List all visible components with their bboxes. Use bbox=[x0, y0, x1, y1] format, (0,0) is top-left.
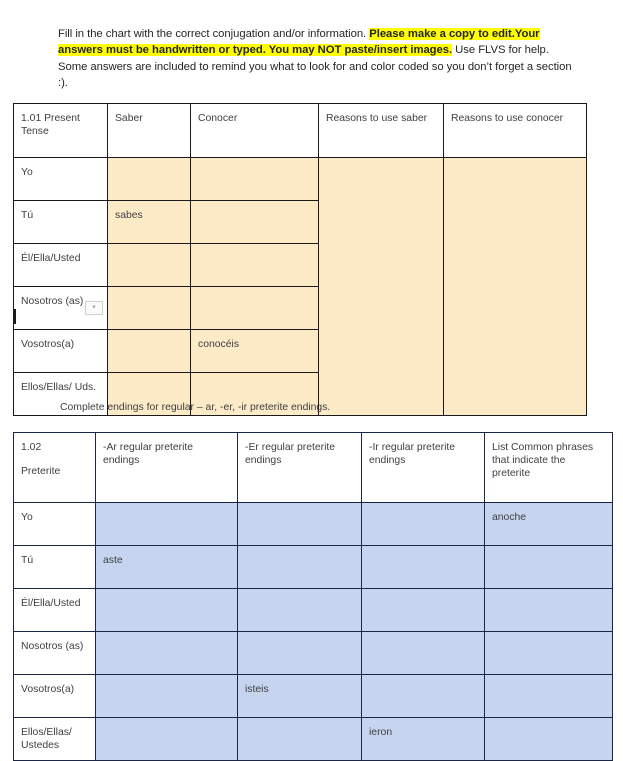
cell-er-vosotros[interactable]: isteis bbox=[237, 674, 362, 718]
table-row: Él/Ella/Usted bbox=[13, 588, 613, 632]
header-saber: Saber bbox=[107, 103, 191, 158]
header-preterite-title: 1.02 Preterite bbox=[13, 432, 96, 503]
cell-reasons-conocer[interactable] bbox=[443, 157, 587, 416]
cell-ar-yo[interactable] bbox=[95, 502, 238, 546]
cell-phrases-yo[interactable]: anoche bbox=[484, 502, 613, 546]
table-header-row: 1.02 Preterite -Ar regular preterite end… bbox=[13, 432, 613, 503]
cell-ir-ellos[interactable]: ieron bbox=[361, 717, 485, 761]
cell-conocer-yo[interactable] bbox=[190, 157, 319, 201]
instructions-paragraph: Fill in the chart with the correct conju… bbox=[58, 26, 580, 91]
table-row: Ellos/Ellas/ Ustedes ieron bbox=[13, 717, 613, 761]
cell-reasons-saber[interactable] bbox=[318, 157, 444, 416]
cell-ir-nosotros[interactable] bbox=[361, 631, 485, 675]
header-ir-endings: -Ir regular preterite endings bbox=[361, 432, 485, 503]
table-row: Tú aste bbox=[13, 545, 613, 589]
cell-phrases-tu[interactable] bbox=[484, 545, 613, 589]
cell-saber-tu[interactable]: sabes bbox=[107, 200, 191, 244]
instructions-sentence-1: Fill in the chart with the correct conju… bbox=[58, 28, 370, 40]
header-common-phrases: List Common phrases that indicate the pr… bbox=[484, 432, 613, 503]
chevron-down-icon[interactable]: ▾ bbox=[85, 301, 103, 315]
cell-saber-nosotros[interactable] bbox=[107, 286, 191, 330]
instructions-highlight-1: Please make a copy to edit. bbox=[369, 28, 515, 40]
row-label-tu: Tú bbox=[13, 200, 108, 244]
header-preterite-number: 1.02 bbox=[21, 442, 42, 453]
table-row: Yo bbox=[13, 157, 587, 416]
cell-conocer-nosotros[interactable] bbox=[190, 286, 319, 330]
row-label-yo: Yo bbox=[13, 502, 96, 546]
table-row: Nosotros (as) bbox=[13, 631, 613, 675]
cell-ar-el[interactable] bbox=[95, 588, 238, 632]
cell-er-ellos[interactable] bbox=[237, 717, 362, 761]
cell-phrases-el[interactable] bbox=[484, 588, 613, 632]
cell-er-yo[interactable] bbox=[237, 502, 362, 546]
cell-ar-ellos[interactable] bbox=[95, 717, 238, 761]
row-label-el-ella-usted: Él/Ella/Usted bbox=[13, 588, 96, 632]
cell-conocer-el[interactable] bbox=[190, 243, 319, 287]
header-preterite-word: Preterite bbox=[21, 466, 61, 477]
cell-phrases-ellos[interactable] bbox=[484, 717, 613, 761]
table-header-row: 1.01 Present Tense Saber Conocer Reasons… bbox=[13, 103, 587, 158]
header-conocer: Conocer bbox=[190, 103, 319, 158]
row-label-vosotros: Vosotros(a) bbox=[13, 674, 96, 718]
cell-ir-el[interactable] bbox=[361, 588, 485, 632]
row-label-el-ella-usted: Él/Ella/Usted bbox=[13, 243, 108, 287]
cell-er-el[interactable] bbox=[237, 588, 362, 632]
row-label-yo: Yo bbox=[13, 157, 108, 201]
cell-er-tu[interactable] bbox=[237, 545, 362, 589]
preterite-table: 1.02 Preterite -Ar regular preterite end… bbox=[13, 432, 613, 761]
cell-er-nosotros[interactable] bbox=[237, 631, 362, 675]
cell-conocer-vosotros[interactable]: conocéis bbox=[190, 329, 319, 373]
cell-phrases-vosotros[interactable] bbox=[484, 674, 613, 718]
cell-ir-tu[interactable] bbox=[361, 545, 485, 589]
preterite-endings-note: Complete endings for regular – ar, -er, … bbox=[60, 402, 331, 413]
row-label-vosotros: Vosotros(a) bbox=[13, 329, 108, 373]
table-row: Vosotros(a) isteis bbox=[13, 674, 613, 718]
cell-ar-vosotros[interactable] bbox=[95, 674, 238, 718]
header-reasons-conocer: Reasons to use conocer bbox=[443, 103, 587, 158]
cell-ir-yo[interactable] bbox=[361, 502, 485, 546]
header-er-endings: -Er regular preterite endings bbox=[237, 432, 362, 503]
cell-saber-yo[interactable] bbox=[107, 157, 191, 201]
cell-saber-vosotros[interactable] bbox=[107, 329, 191, 373]
row-label-nosotros: Nosotros (as) bbox=[13, 631, 96, 675]
text-cursor-caret bbox=[14, 309, 16, 324]
header-ar-endings: -Ar regular preterite endings bbox=[95, 432, 238, 503]
row-label-tu: Tú bbox=[13, 545, 96, 589]
table-row: Yo anoche bbox=[13, 502, 613, 546]
cell-ir-vosotros[interactable] bbox=[361, 674, 485, 718]
cell-ar-tu[interactable]: aste bbox=[95, 545, 238, 589]
present-tense-table: 1.01 Present Tense Saber Conocer Reasons… bbox=[13, 103, 587, 416]
cell-ar-nosotros[interactable] bbox=[95, 631, 238, 675]
header-reasons-saber: Reasons to use saber bbox=[318, 103, 444, 158]
header-present-tense: 1.01 Present Tense bbox=[13, 103, 108, 158]
cell-phrases-nosotros[interactable] bbox=[484, 631, 613, 675]
cell-conocer-tu[interactable] bbox=[190, 200, 319, 244]
row-label-ellos-ellas-ustedes: Ellos/Ellas/ Ustedes bbox=[13, 717, 96, 761]
cell-saber-el[interactable] bbox=[107, 243, 191, 287]
